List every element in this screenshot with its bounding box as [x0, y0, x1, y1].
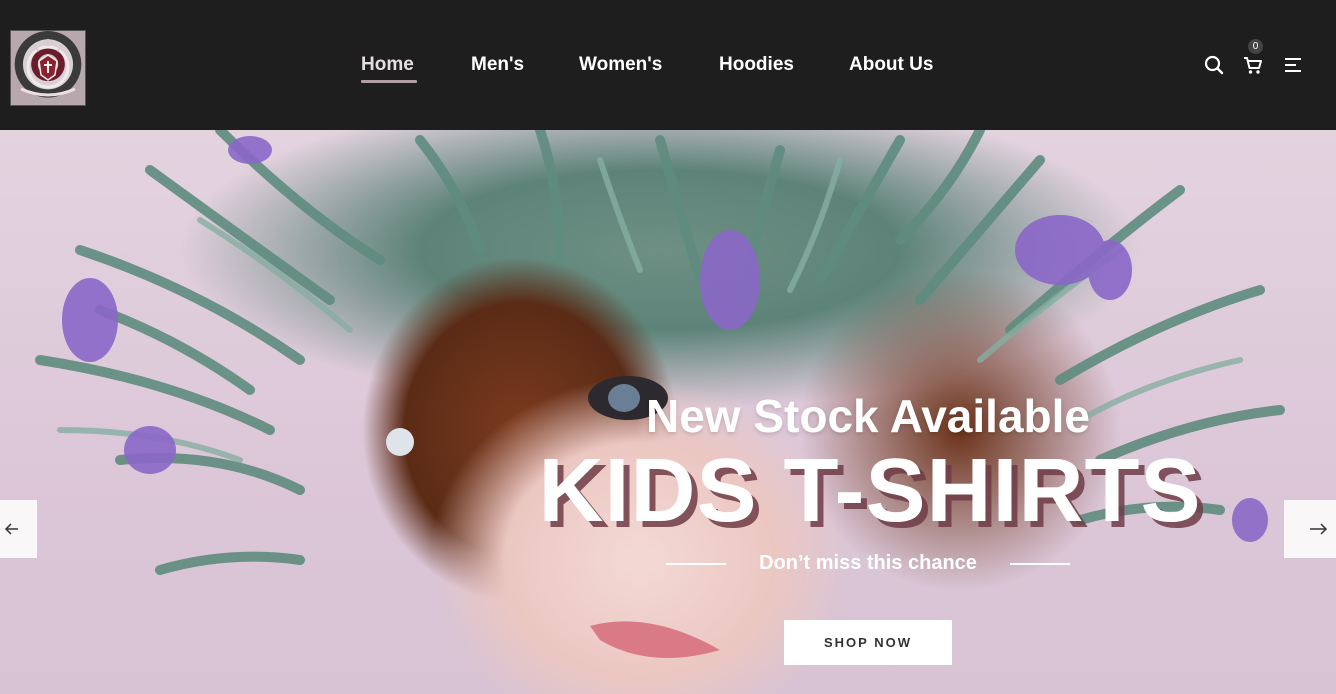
nav-home[interactable]: Home [361, 52, 414, 78]
tagline-left-line [666, 563, 726, 565]
nav-about-us[interactable]: About Us [849, 52, 933, 78]
site-header: Home Men's Women's Hoodies About Us 0 [0, 0, 1336, 130]
cart-count-badge: 0 [1248, 39, 1263, 54]
next-slide-button[interactable] [1284, 500, 1336, 558]
prev-slide-button[interactable] [0, 500, 37, 558]
hero-tagline: Don’t miss this chance [759, 552, 977, 574]
hero-subtitle: New Stock Available [646, 390, 1090, 442]
arrow-right-icon [1310, 523, 1328, 535]
menu-icon[interactable] [1283, 54, 1305, 76]
tagline-right-line [1010, 563, 1070, 565]
nav-hoodies[interactable]: Hoodies [719, 52, 794, 78]
nav-womens[interactable]: Women's [579, 52, 662, 78]
nav-mens[interactable]: Men's [471, 52, 524, 78]
hero-tagline-row: Don’t miss this chance [666, 548, 1070, 578]
active-nav-underline [361, 80, 417, 83]
hero-title: KIDS T-SHIRTS [538, 441, 1202, 541]
arrow-left-icon [4, 523, 18, 535]
main-nav: Home Men's Women's Hoodies About Us [0, 0, 1336, 130]
search-icon[interactable] [1203, 54, 1225, 76]
shop-now-button[interactable]: SHOP NOW [784, 620, 952, 665]
cart-icon[interactable] [1242, 54, 1264, 76]
